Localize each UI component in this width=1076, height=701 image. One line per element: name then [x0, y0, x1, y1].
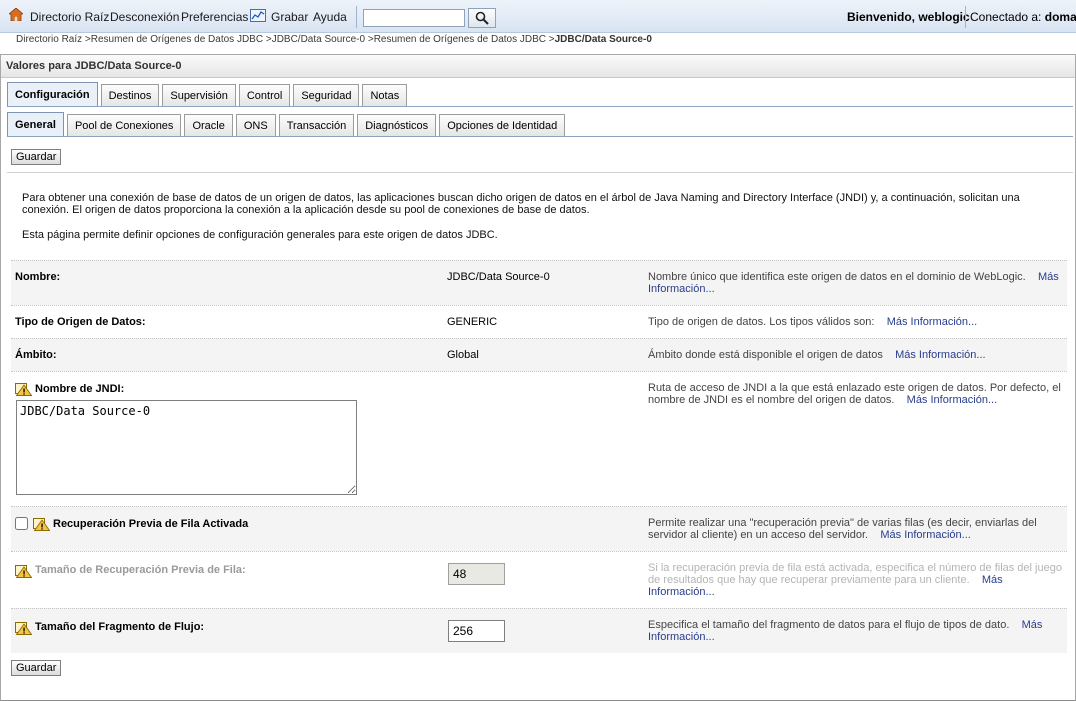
subtab-general[interactable]: General: [7, 112, 64, 137]
subtab-divider: [7, 136, 1073, 137]
type-help: Tipo de origen de datos. Los tipos válid…: [648, 316, 1062, 328]
toolbar-divider: [356, 6, 357, 28]
tab-supervision[interactable]: Supervisión: [162, 84, 236, 107]
search-button[interactable]: [468, 8, 496, 28]
prefetch-help-text: Permite realizar una "recuperación previ…: [648, 517, 1037, 541]
row-prefetch: Recuperación Previa de Fila Activada Per…: [11, 506, 1067, 551]
search-input[interactable]: [363, 9, 465, 27]
jndi-label: Nombre de JNDI:: [35, 383, 125, 395]
main-tabs: Configuración Destinos Supervisión Contr…: [7, 82, 410, 107]
prefetch-help: Permite realizar una "recuperación previ…: [648, 517, 1062, 541]
sub-tabs: General Pool de Conexiones Oracle ONS Tr…: [7, 112, 568, 137]
logout-link[interactable]: Desconexión: [110, 10, 179, 24]
row-scope: Ámbito: Global Ámbito donde está disponi…: [11, 338, 1067, 371]
scope-help: Ámbito donde está disponible el origen d…: [648, 349, 1062, 361]
jndi-help: Ruta de acceso de JNDI a la que está enl…: [648, 382, 1062, 406]
restart-warning-icon: [15, 565, 32, 578]
restart-warning-icon: [15, 622, 32, 635]
restart-warning-icon: [33, 518, 50, 531]
prefetch-checkbox[interactable]: [15, 517, 28, 530]
tab-seguridad[interactable]: Seguridad: [293, 84, 360, 107]
breadcrumb-item[interactable]: Directorio Raíz >: [16, 34, 91, 45]
record-link[interactable]: Grabar: [271, 10, 308, 24]
help-link[interactable]: Ayuda: [313, 10, 347, 24]
name-value: JDBC/Data Source-0: [447, 271, 550, 283]
panel-header: Valores para JDBC/Data Source-0: [1, 55, 1075, 78]
subtab-ons[interactable]: ONS: [235, 114, 276, 137]
tab-control[interactable]: Control: [238, 84, 291, 107]
connected-to: Conectado a: domain: [970, 10, 1076, 24]
prefetch-size-input[interactable]: [448, 563, 505, 585]
scope-help-text: Ámbito donde está disponible el origen d…: [648, 349, 883, 361]
prefetch-size-label: Tamaño de Recuperación Previa de Fila:: [35, 564, 246, 576]
search-icon: [475, 11, 489, 25]
record-chart-icon[interactable]: [250, 9, 266, 22]
stream-chunk-help: Especifica el tamaño del fragmento de da…: [648, 619, 1062, 643]
subtab-transaccion[interactable]: Transacción: [278, 114, 355, 137]
connected-domain: domain: [1044, 10, 1076, 24]
intro-text: Para obtener una conexión de base de dat…: [22, 192, 1020, 216]
breadcrumb: Directorio Raíz >Resumen de Orígenes de …: [16, 34, 652, 45]
save-button-bottom[interactable]: Guardar: [11, 660, 62, 676]
top-toolbar: Directorio Raíz Desconexión Preferencias…: [0, 0, 1076, 33]
subtab-opciones-identidad[interactable]: Opciones de Identidad: [439, 114, 566, 137]
scope-label: Ámbito:: [15, 349, 57, 361]
subtab-pool-conexiones[interactable]: Pool de Conexiones: [66, 114, 182, 137]
home-icon[interactable]: [9, 8, 23, 21]
welcome-text: Bienvenido, weblogic: [847, 10, 970, 24]
scope-value: Global: [447, 349, 479, 361]
row-name: Nombre: JDBC/Data Source-0 Nombre único …: [11, 260, 1067, 305]
toolbar-divider: [965, 6, 966, 28]
more-info-link[interactable]: Más Información...: [907, 394, 997, 406]
divider: [7, 172, 1073, 173]
connected-prefix: Conectado a:: [970, 10, 1042, 24]
intro-text-2: Esta página permite definir opciones de …: [22, 229, 498, 241]
stream-chunk-input[interactable]: [448, 620, 505, 642]
breadcrumb-item[interactable]: Resumen de Orígenes de Datos JDBC >: [374, 34, 555, 45]
tab-configuracion[interactable]: Configuración: [7, 82, 98, 107]
tab-notas[interactable]: Notas: [362, 84, 408, 107]
stream-chunk-label: Tamaño del Fragmento de Flujo:: [35, 621, 205, 633]
more-info-link[interactable]: Más Información...: [887, 316, 977, 328]
preferences-link[interactable]: Preferencias: [181, 10, 248, 24]
subtab-oracle[interactable]: Oracle: [184, 114, 233, 137]
restart-warning-icon: [15, 383, 32, 396]
settings-panel: Valores para JDBC/Data Source-0 Configur…: [0, 54, 1076, 701]
tab-divider: [7, 106, 1073, 107]
prefetch-size-help: Si la recuperación previa de fila está a…: [648, 562, 1062, 598]
stream-chunk-help-text: Especifica el tamaño del fragmento de da…: [648, 619, 1010, 631]
name-help: Nombre único que identifica este origen …: [648, 271, 1062, 295]
row-jndi: Nombre de JNDI: Ruta de acceso de JNDI a…: [11, 371, 1067, 506]
jndi-help-text: Ruta de acceso de JNDI a la que está enl…: [648, 382, 1061, 406]
breadcrumb-current: JDBC/Data Source-0: [554, 34, 652, 45]
save-button-top[interactable]: Guardar: [11, 149, 62, 165]
breadcrumb-item[interactable]: Resumen de Orígenes de Datos JDBC >: [91, 34, 272, 45]
more-info-link[interactable]: Más Información...: [880, 529, 970, 541]
subtab-diagnosticos[interactable]: Diagnósticos: [357, 114, 437, 137]
panel-title: Valores para JDBC/Data Source-0: [6, 60, 182, 72]
row-type: Tipo de Origen de Datos: GENERIC Tipo de…: [11, 305, 1067, 338]
jndi-name-textarea[interactable]: [16, 400, 357, 495]
name-help-text: Nombre único que identifica este origen …: [648, 271, 1026, 283]
prefetch-label: Recuperación Previa de Fila Activada: [53, 518, 249, 530]
more-info-link[interactable]: Más Información...: [895, 349, 985, 361]
type-help-text: Tipo de origen de datos. Los tipos válid…: [648, 316, 875, 328]
tab-destinos[interactable]: Destinos: [100, 84, 160, 107]
type-value: GENERIC: [447, 316, 498, 328]
row-prefetch-size: Tamaño de Recuperación Previa de Fila: S…: [11, 551, 1067, 608]
row-stream-chunk: Tamaño del Fragmento de Flujo: Especific…: [11, 608, 1067, 653]
home-link[interactable]: Directorio Raíz: [30, 10, 109, 24]
name-label: Nombre:: [15, 271, 61, 283]
type-label: Tipo de Origen de Datos:: [15, 316, 146, 328]
breadcrumb-item[interactable]: JDBC/Data Source-0 >: [272, 34, 374, 45]
